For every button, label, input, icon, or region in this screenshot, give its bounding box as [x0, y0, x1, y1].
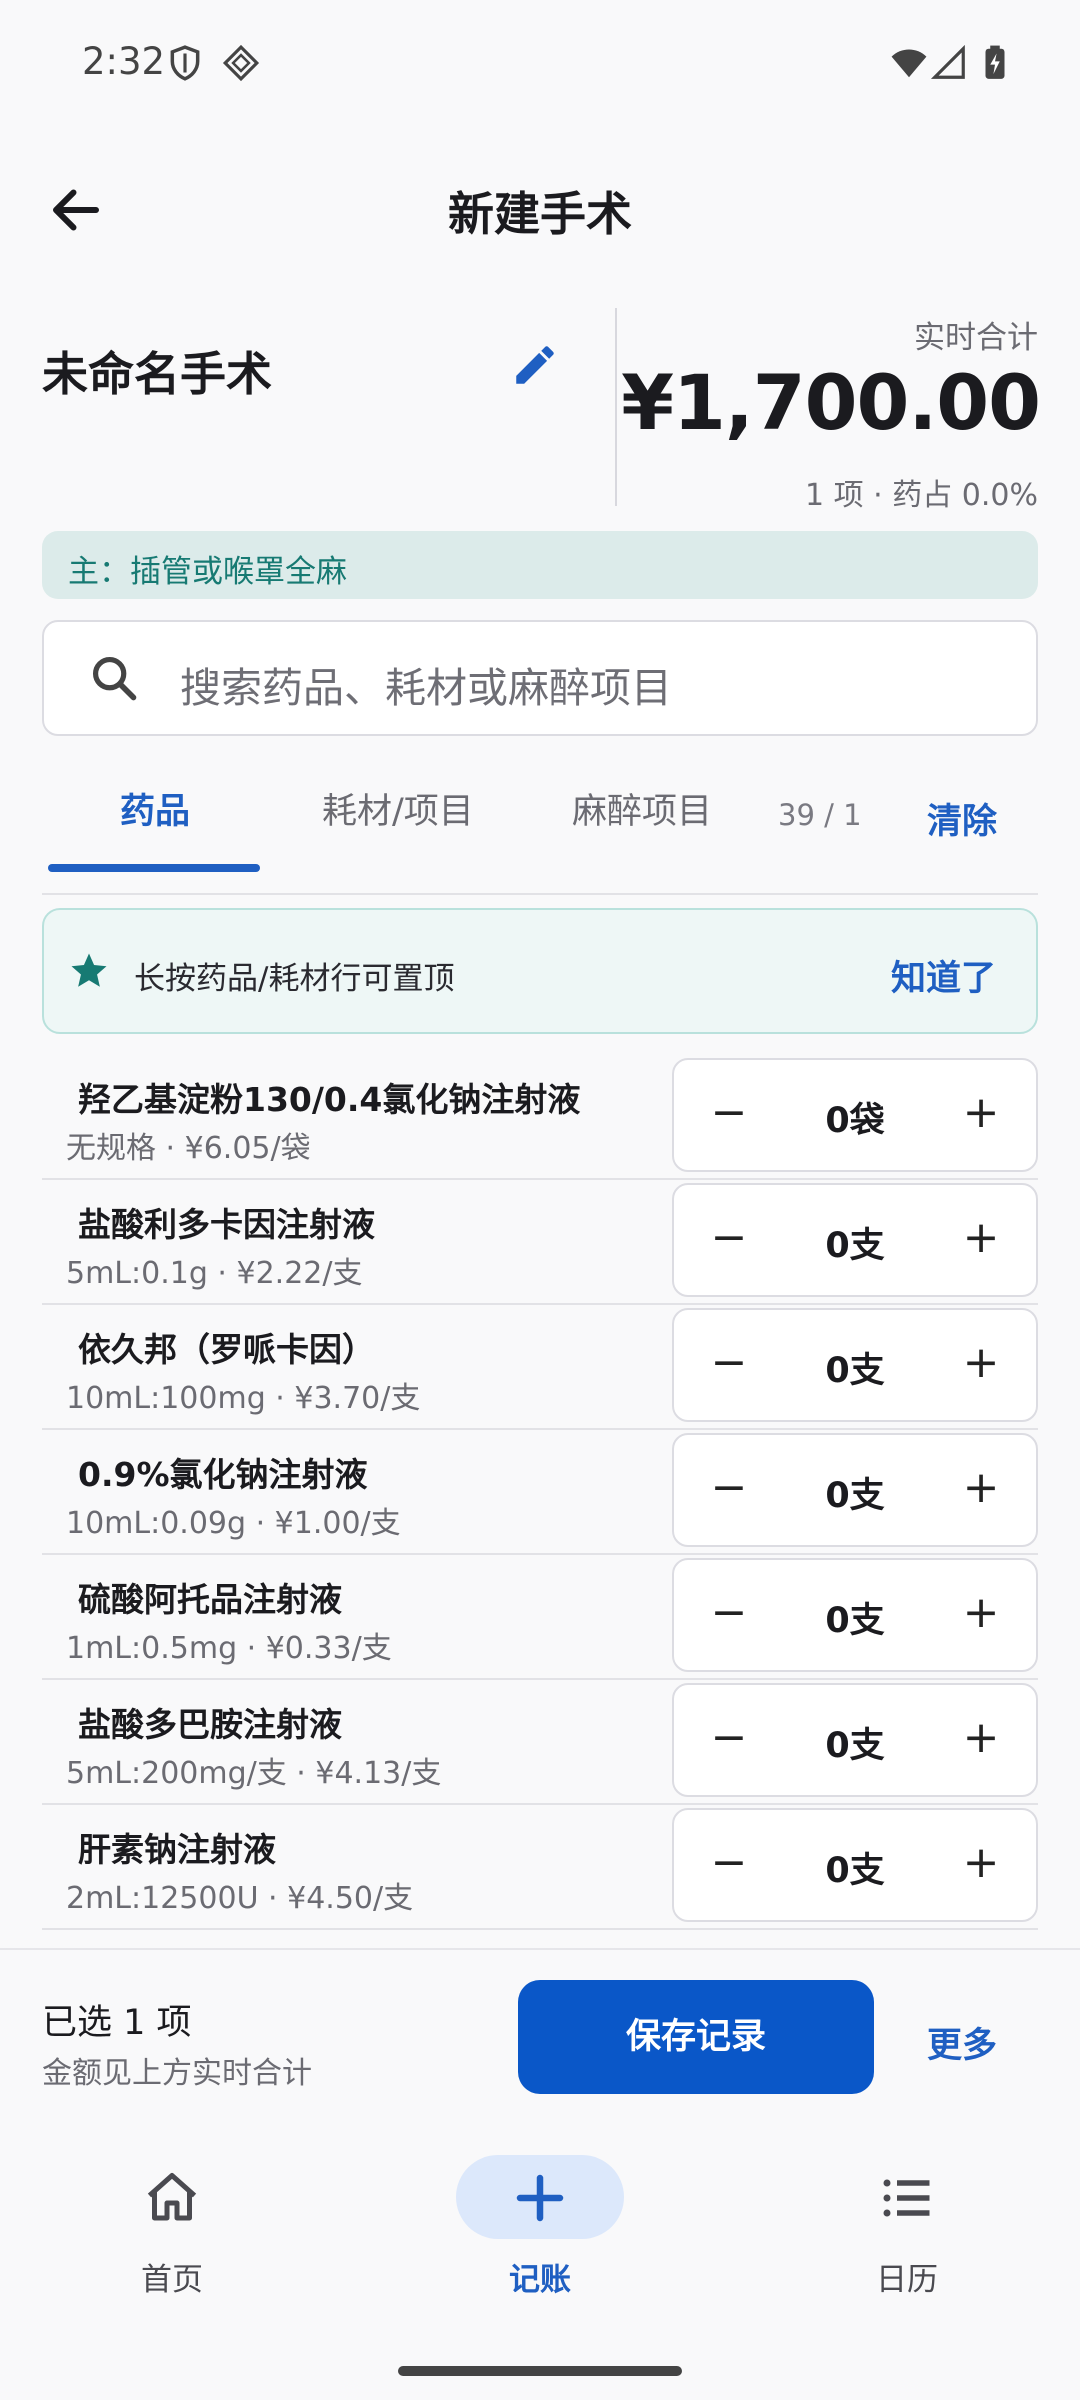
tab-consumables[interactable]: 耗材/项目: [322, 783, 474, 834]
item-spec: 2mL:12500U · ¥4.50/支: [66, 1881, 414, 1916]
search-input[interactable]: 搜索药品、耗材或麻醉项目: [42, 620, 1038, 736]
quantity-value: 0袋: [825, 1101, 885, 1141]
increase-button[interactable]: +: [946, 1703, 1016, 1773]
nav-home-label[interactable]: 首页: [52, 2254, 292, 2299]
item-spec: 5mL:0.1g · ¥2.22/支: [66, 1256, 363, 1291]
quantity-value: 0支: [825, 1851, 885, 1891]
plus-icon[interactable]: [510, 2168, 570, 2228]
item-name: 羟乙基淀粉130/0.4氯化钠注射液: [78, 1080, 581, 1119]
decrease-button[interactable]: −: [694, 1078, 764, 1148]
increase-button[interactable]: +: [946, 1328, 1016, 1398]
main-procedure-label: 主：插管或喉罩全麻: [68, 554, 347, 590]
item-name: 0.9%氯化钠注射液: [78, 1455, 368, 1494]
increase-button[interactable]: +: [946, 1828, 1016, 1898]
clear-button[interactable]: 清除: [927, 793, 997, 844]
main-procedure-chip[interactable]: 主：插管或喉罩全麻: [42, 531, 1038, 599]
quantity-stepper: − 0支 +: [672, 1558, 1038, 1672]
decrease-button[interactable]: −: [694, 1328, 764, 1398]
nav-record-label[interactable]: 记账: [420, 2254, 660, 2299]
page-title: 新建手术: [448, 187, 632, 241]
signal-icon: [930, 44, 965, 79]
pencil-icon[interactable]: [510, 340, 560, 390]
total-sub: 1 项 · 药占 0.0%: [805, 478, 1038, 513]
selected-sub: 金额见上方实时合计: [42, 2056, 312, 2091]
tab-drugs[interactable]: 药品: [120, 783, 190, 834]
tab-indicator: [48, 864, 260, 872]
decrease-button[interactable]: −: [694, 1703, 764, 1773]
increase-button[interactable]: +: [946, 1203, 1016, 1273]
item-spec: 10mL:100mg · ¥3.70/支: [66, 1381, 421, 1416]
item-name: 硫酸阿托品注射液: [78, 1580, 342, 1619]
list-item[interactable]: 0.9%氯化钠注射液 10mL:0.09g · ¥1.00/支 − 0支 +: [42, 1430, 1038, 1555]
more-button[interactable]: 更多: [927, 2017, 997, 2068]
battery-icon: [985, 45, 1005, 79]
summary-divider: [615, 308, 617, 506]
quantity-value: 0支: [825, 1726, 885, 1766]
star-icon: [71, 953, 107, 987]
gesture-bar: [398, 2366, 682, 2376]
total-label: 实时合计: [914, 320, 1038, 356]
row-divider: [42, 1928, 1038, 1930]
list-item[interactable]: 肝素钠注射液 2mL:12500U · ¥4.50/支 − 0支 +: [42, 1805, 1038, 1930]
item-spec: 10mL:0.09g · ¥1.00/支: [66, 1506, 401, 1541]
search-icon: [92, 656, 137, 701]
quantity-value: 0支: [825, 1476, 885, 1516]
quantity-stepper: − 0支 +: [672, 1183, 1038, 1297]
quantity-stepper: − 0支 +: [672, 1433, 1038, 1547]
status-time: 2:32: [82, 40, 166, 83]
quantity-stepper: − 0支 +: [672, 1308, 1038, 1422]
quantity-value: 0支: [825, 1601, 885, 1641]
item-name: 盐酸多巴胺注射液: [78, 1705, 342, 1744]
item-counter: 39 / 1: [778, 798, 862, 832]
shield-icon: [170, 45, 200, 81]
item-spec: 无规格 · ¥6.05/袋: [66, 1131, 311, 1166]
list-item[interactable]: 硫酸阿托品注射液 1mL:0.5mg · ¥0.33/支 − 0支 +: [42, 1555, 1038, 1680]
home-icon[interactable]: [142, 2168, 202, 2228]
surgery-name: 未命名手术: [42, 347, 272, 401]
list-item[interactable]: 盐酸多巴胺注射液 5mL:200mg/支 · ¥4.13/支 − 0支 +: [42, 1680, 1038, 1805]
quantity-value: 0支: [825, 1226, 885, 1266]
tab-anesthesia[interactable]: 麻醉项目: [572, 783, 712, 834]
item-name: 盐酸利多卡因注射液: [78, 1205, 375, 1244]
list-item[interactable]: 盐酸利多卡因注射液 5mL:0.1g · ¥2.22/支 − 0支 +: [42, 1180, 1038, 1305]
item-name: 肝素钠注射液: [78, 1830, 276, 1869]
search-placeholder: 搜索药品、耗材或麻醉项目: [180, 664, 672, 712]
vpn-icon: [222, 44, 260, 82]
decrease-button[interactable]: −: [694, 1453, 764, 1523]
quantity-stepper: − 0支 +: [672, 1683, 1038, 1797]
increase-button[interactable]: +: [946, 1578, 1016, 1648]
item-name: 依久邦（罗哌卡因）: [78, 1330, 375, 1369]
decrease-button[interactable]: −: [694, 1828, 764, 1898]
status-bar: 2:32: [0, 0, 1080, 130]
save-button[interactable]: 保存记录: [518, 1980, 874, 2094]
quantity-stepper: − 0支 +: [672, 1808, 1038, 1922]
pin-tip-banner: 长按药品/耗材行可置顶 知道了: [42, 908, 1038, 1034]
list-item[interactable]: 羟乙基淀粉130/0.4氯化钠注射液 无规格 · ¥6.05/袋 − 0袋 +: [42, 1055, 1038, 1180]
increase-button[interactable]: +: [946, 1453, 1016, 1523]
list-item[interactable]: 依久邦（罗哌卡因） 10mL:100mg · ¥3.70/支 − 0支 +: [42, 1305, 1038, 1430]
list-icon[interactable]: [877, 2168, 937, 2228]
quantity-value: 0支: [825, 1351, 885, 1391]
tab-divider: [42, 893, 1038, 895]
tip-dismiss-button[interactable]: 知道了: [891, 950, 996, 1001]
item-spec: 1mL:0.5mg · ¥0.33/支: [66, 1631, 392, 1666]
total-amount: ¥1,700.00: [621, 358, 1041, 447]
wifi-icon: [891, 49, 927, 78]
item-spec: 5mL:200mg/支 · ¥4.13/支: [66, 1756, 442, 1791]
increase-button[interactable]: +: [946, 1078, 1016, 1148]
quantity-stepper: − 0袋 +: [672, 1058, 1038, 1172]
nav-calendar-label[interactable]: 日历: [787, 2254, 1027, 2299]
decrease-button[interactable]: −: [694, 1578, 764, 1648]
decrease-button[interactable]: −: [694, 1203, 764, 1273]
tip-text: 长按药品/耗材行可置顶: [134, 961, 455, 997]
selected-count: 已选 1 项: [42, 2003, 192, 2043]
